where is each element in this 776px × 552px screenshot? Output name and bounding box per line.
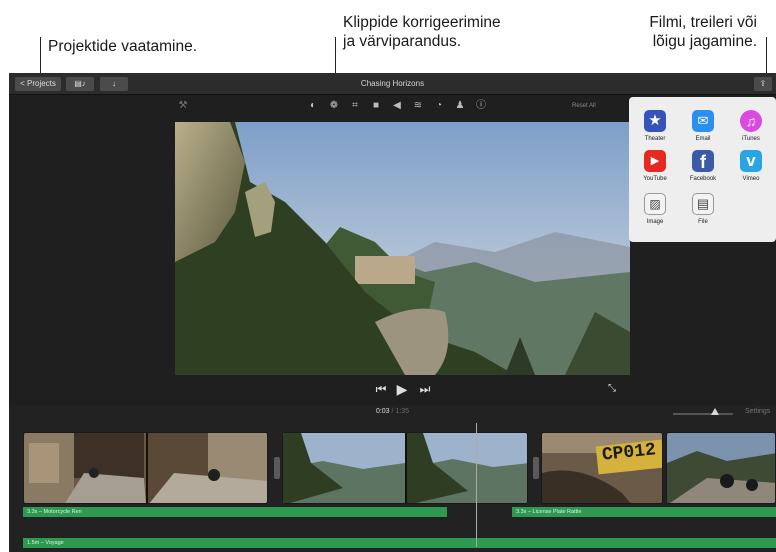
info-icon[interactable]: ⓘ xyxy=(475,100,487,112)
current-time: 0:03 xyxy=(375,408,390,415)
volume-icon[interactable]: ◀ xyxy=(391,100,403,112)
playhead[interactable] xyxy=(476,423,477,547)
landscape-frame xyxy=(175,122,630,375)
zoom-slider[interactable] xyxy=(673,413,733,415)
callout-clip-adjust-line1: Klippide korrigeerimine xyxy=(343,14,501,31)
zoom-slider-knob[interactable] xyxy=(711,408,719,415)
callout-clip-adjust-line2: ja värviparandus. xyxy=(343,33,462,50)
clip-motorcycle[interactable] xyxy=(23,432,268,504)
callout-share-line1: Filmi, treileri või xyxy=(649,14,757,31)
share-button[interactable]: ⇪ xyxy=(754,77,772,91)
playback-controls: ⏮ ▶ ⏭ ⤡ xyxy=(9,377,776,401)
speed-icon[interactable]: ◔ xyxy=(433,100,445,112)
star-icon: ★ xyxy=(644,110,666,132)
film-icon: ▤ xyxy=(692,193,714,215)
share-email[interactable]: ✉ Email xyxy=(683,110,723,143)
music-track-label: 1.5m – Voyage xyxy=(27,540,64,546)
fullscreen-icon[interactable]: ⤡ xyxy=(605,381,619,397)
video-preview[interactable] xyxy=(175,122,630,375)
share-facebook[interactable]: f Facebook xyxy=(683,150,723,183)
reset-all-button[interactable]: Reset All xyxy=(572,100,596,112)
share-itunes[interactable]: ♫ iTunes xyxy=(731,110,771,143)
stamp-icon[interactable]: ♟ xyxy=(454,100,466,112)
callout-line-right xyxy=(766,37,767,77)
share-vimeo[interactable]: v Vimeo xyxy=(731,150,771,183)
transition-marker-1[interactable] xyxy=(274,457,280,479)
settings-button[interactable]: Settings xyxy=(745,407,770,417)
filter-icon[interactable]: ❁ xyxy=(328,100,340,112)
callout-line-left xyxy=(40,37,41,73)
mail-icon: ✉ xyxy=(692,110,714,132)
timeline[interactable]: 0:03 / 1:35 Settings CP012 3.3s – Motorc… xyxy=(9,405,776,552)
callout-line-center xyxy=(335,37,336,73)
top-bar: < Projects ▤♪ ↓ Chasing Horizons ⇪ xyxy=(9,73,776,95)
magic-wand-icon[interactable]: ⚒ xyxy=(177,100,189,112)
share-youtube[interactable]: ▶ YouTube xyxy=(635,150,675,183)
share-file-label: File xyxy=(698,219,708,225)
skip-forward-button[interactable]: ⏭ xyxy=(418,381,432,397)
clip-thumbnail-landscape xyxy=(283,433,527,503)
clip-landscape[interactable] xyxy=(282,432,528,504)
imovie-window: < Projects ▤♪ ↓ Chasing Horizons ⇪ ⚒ ◐ ❁… xyxy=(9,73,776,552)
video-camera-icon[interactable]: ■ xyxy=(370,100,382,112)
audio-bar-license-plate[interactable]: 3.3s – License Plate Rattle xyxy=(512,507,776,517)
youtube-icon: ▶ xyxy=(644,150,666,172)
share-facebook-label: Facebook xyxy=(689,176,717,182)
share-theater[interactable]: ★ Theater xyxy=(635,110,675,143)
share-popover: ★ Theater ✉ Email ♫ iTunes ▶ YouTube f F… xyxy=(629,97,776,242)
audio-bar-motorcycle[interactable]: 3.3s – Motorcycle Ren xyxy=(23,507,447,517)
clip-motorcycle-2[interactable] xyxy=(666,432,776,504)
music-note-icon: ♫ xyxy=(740,110,762,132)
share-itunes-label: iTunes xyxy=(742,136,760,142)
share-theater-label: Theater xyxy=(644,136,666,142)
timecode: 0:03 / 1:35 xyxy=(9,407,776,417)
clip-thumbnail-motorcycle xyxy=(24,433,267,503)
audio-equalizer-icon[interactable]: ≋ xyxy=(412,100,424,112)
share-vimeo-label: Vimeo xyxy=(742,176,760,182)
skip-back-button[interactable]: ⏮ xyxy=(374,381,388,397)
share-youtube-label: YouTube xyxy=(643,176,667,182)
color-balance-icon[interactable]: ◐ xyxy=(307,100,319,112)
image-icon: ▨ xyxy=(644,193,666,215)
share-icon: ⇪ xyxy=(759,79,767,88)
transition-marker-2[interactable] xyxy=(533,457,539,479)
share-image-label: Image xyxy=(646,219,664,225)
audio-bar-license-plate-label: 3.3s – License Plate Rattle xyxy=(516,509,582,515)
clip-thumbnail-motorcycle-2 xyxy=(667,433,775,503)
total-time: / 1:35 xyxy=(391,408,410,415)
vimeo-icon: v xyxy=(740,150,762,172)
music-track-bar[interactable]: 1.5m – Voyage xyxy=(23,538,776,548)
callout-share: Filmi, treileri või lõigu jagamine. xyxy=(612,13,757,51)
callout-clip-adjust: Klippide korrigeerimine ja värviparandus… xyxy=(343,13,501,51)
audio-bar-motorcycle-label: 3.3s – Motorcycle Ren xyxy=(27,509,82,515)
share-email-label: Email xyxy=(695,136,711,142)
clip-license-plate[interactable]: CP012 xyxy=(541,432,663,504)
facebook-icon: f xyxy=(692,150,714,172)
play-button[interactable]: ▶ xyxy=(394,381,410,397)
share-file[interactable]: ▤ File xyxy=(683,193,723,226)
crop-icon[interactable]: ⌗ xyxy=(349,100,361,112)
share-image[interactable]: ▨ Image xyxy=(635,193,675,226)
project-title: Chasing Horizons xyxy=(360,79,425,88)
callout-view-projects: Projektide vaatamine. xyxy=(48,38,198,55)
callout-share-line2: lõigu jagamine. xyxy=(652,33,757,50)
